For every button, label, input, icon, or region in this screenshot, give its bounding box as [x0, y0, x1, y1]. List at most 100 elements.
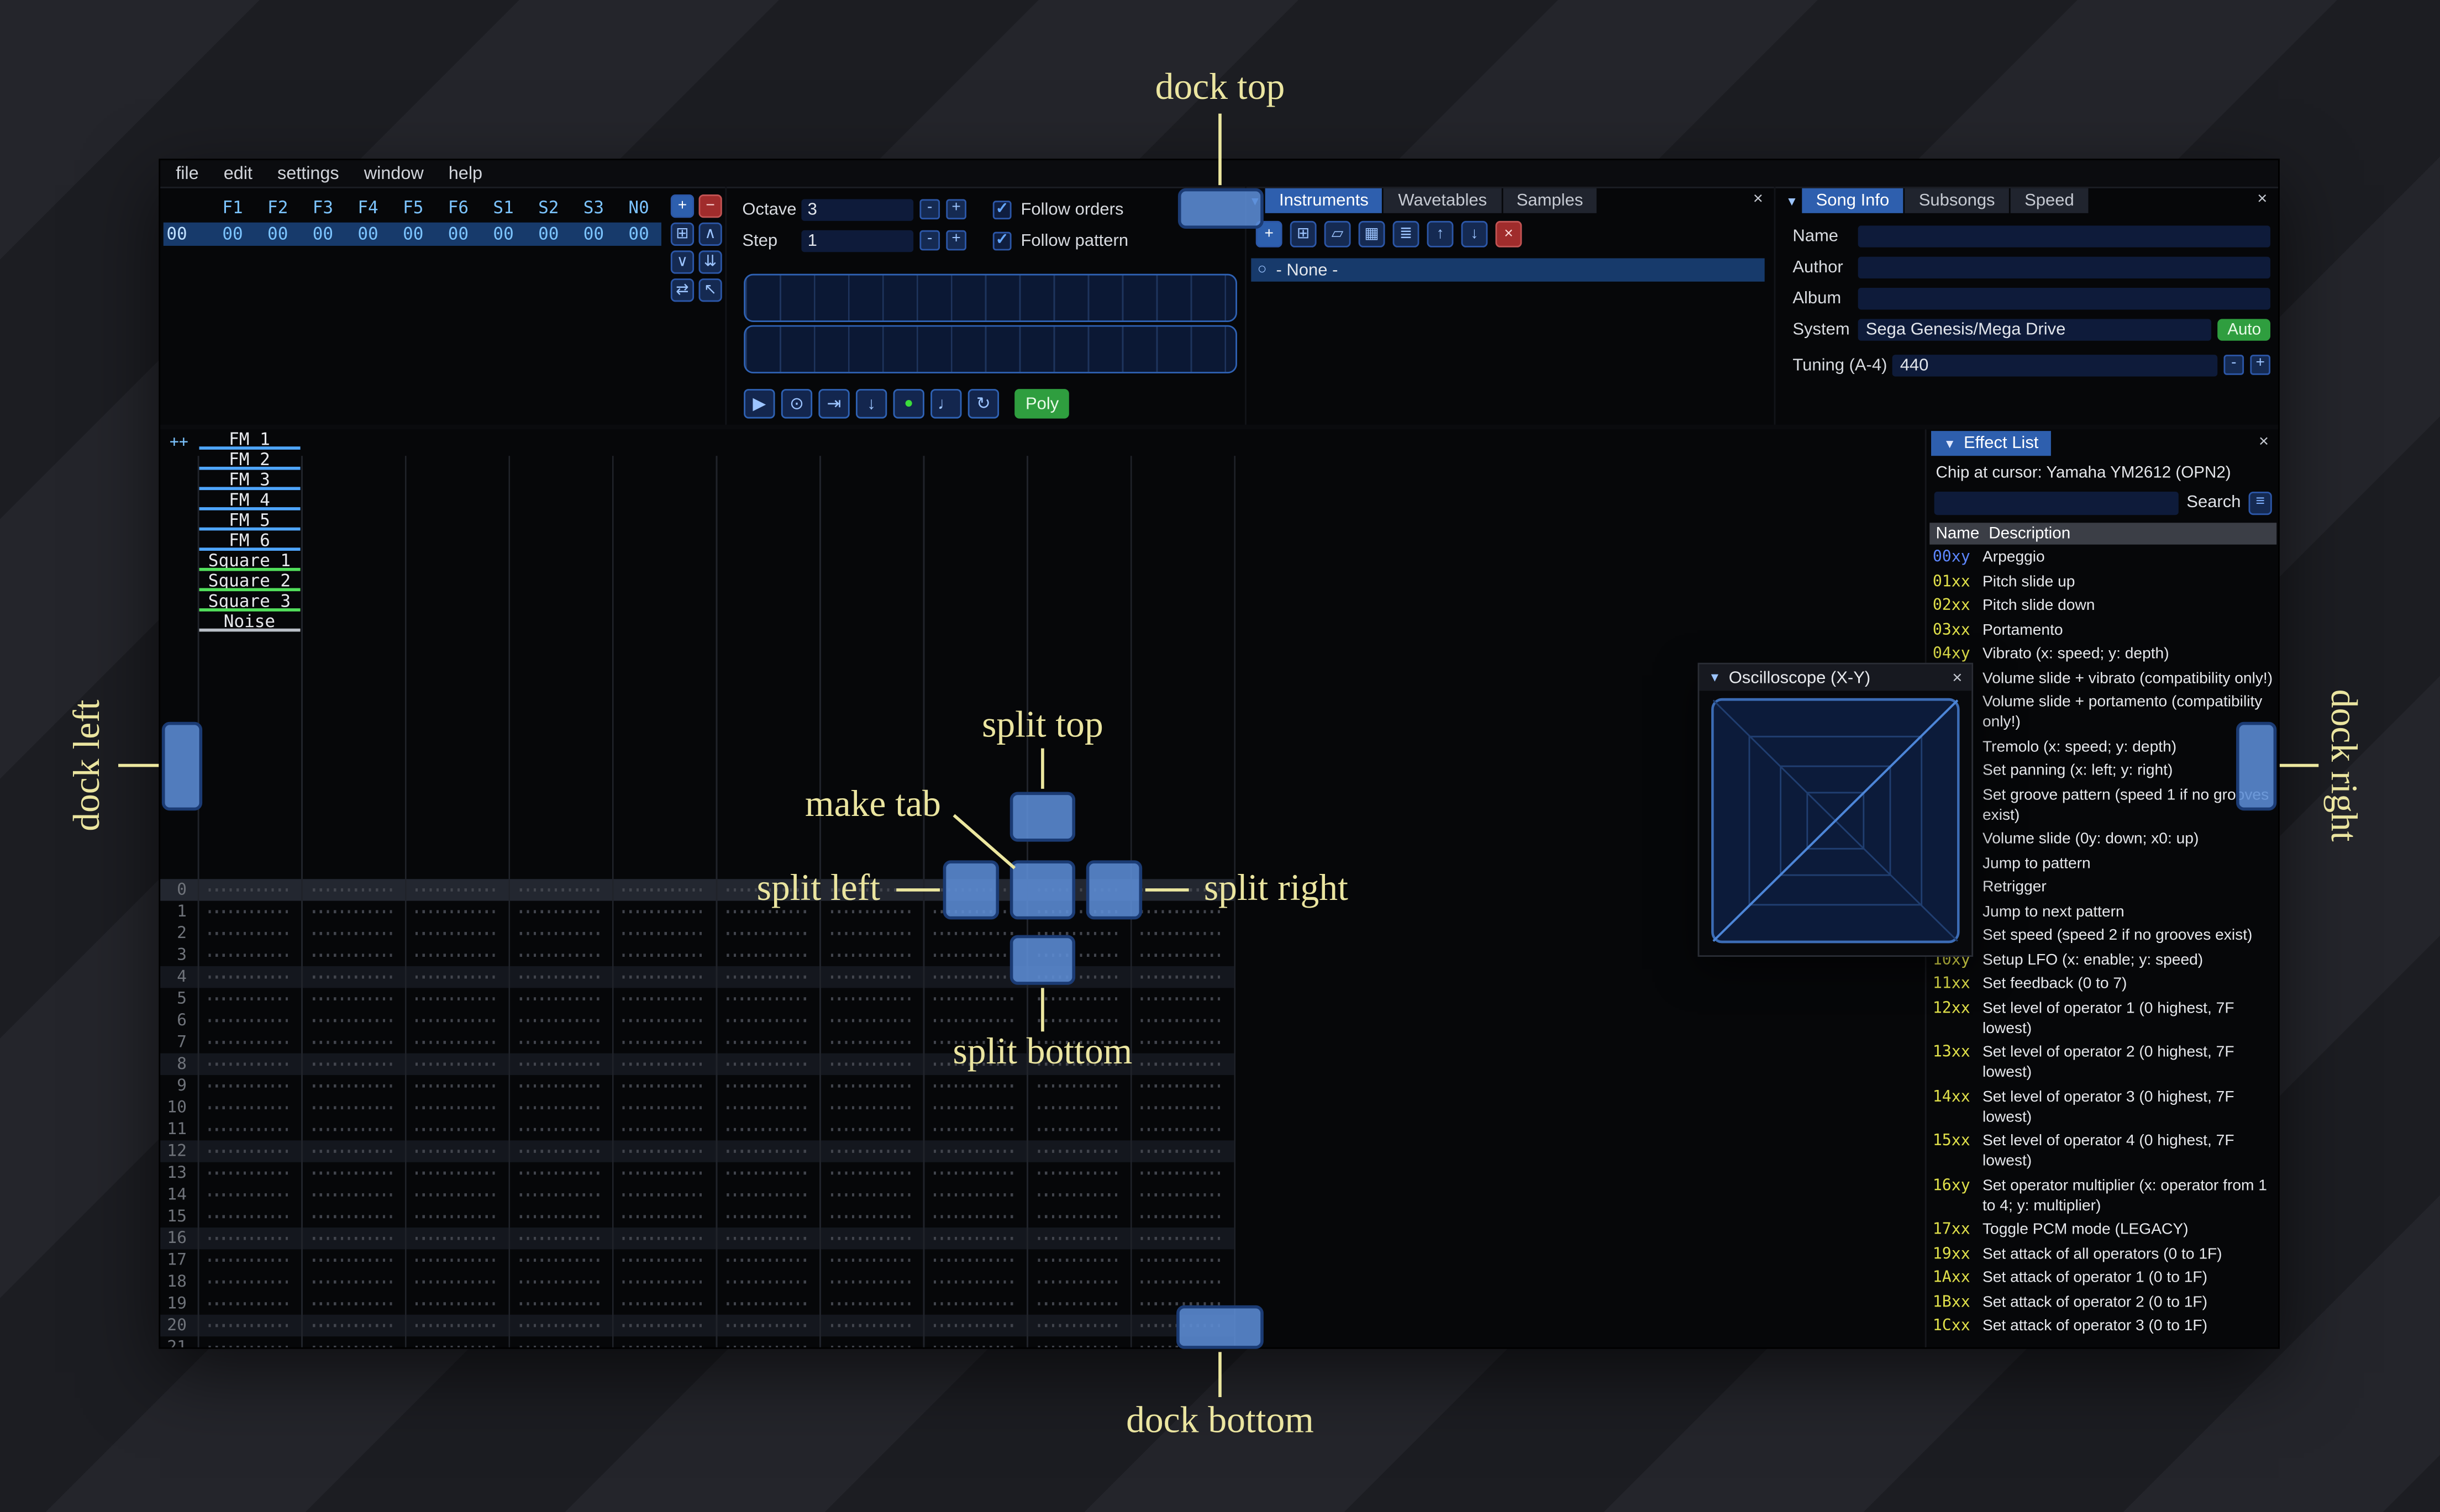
- system-input[interactable]: Sega Genesis/Mega Drive: [1858, 318, 2212, 340]
- pattern-row-17[interactable]: 17: [160, 1249, 1234, 1271]
- pattern-cell[interactable]: [198, 1236, 302, 1240]
- tab-speed[interactable]: Speed: [2010, 188, 2089, 213]
- instrument-item-none[interactable]: ○ - None -: [1251, 258, 1765, 282]
- pattern-cell[interactable]: [716, 1084, 819, 1088]
- pattern-cell[interactable]: [405, 1215, 509, 1219]
- effect-row[interactable]: 0AxyVolume slide (0y: down; x0: up): [1929, 828, 2276, 852]
- step-increase-button[interactable]: +: [946, 230, 966, 251]
- effect-row[interactable]: 07xyTremolo (x: speed; y: depth): [1929, 735, 2276, 760]
- effect-row[interactable]: 16xy Set operator multiplier (x: operator…: [1929, 1174, 2276, 1218]
- pattern-cell[interactable]: [923, 1171, 1027, 1175]
- pattern-cell[interactable]: [819, 1258, 923, 1262]
- album-input[interactable]: [1858, 287, 2270, 309]
- pattern-cell[interactable]: [508, 1346, 612, 1347]
- pattern-cell[interactable]: [1130, 1215, 1234, 1219]
- pattern-cell[interactable]: [301, 997, 405, 1000]
- dock-target-bottom[interactable]: [1176, 1305, 1264, 1349]
- pattern-cell[interactable]: [612, 1041, 716, 1044]
- pattern-cell[interactable]: [301, 1128, 405, 1131]
- collapse-arrow-icon[interactable]: ▼: [1782, 188, 1802, 213]
- pattern-cell[interactable]: [198, 1019, 302, 1023]
- octave-increase-button[interactable]: +: [946, 199, 966, 220]
- open-instrument-button[interactable]: ▱: [1324, 220, 1351, 247]
- duplicate-instrument-button[interactable]: ⊞: [1290, 220, 1317, 247]
- effect-row[interactable]: 0CxxRetrigger: [1929, 876, 2276, 900]
- pattern-cell[interactable]: [1027, 1346, 1130, 1347]
- effect-row[interactable]: 1Cxx Set attack of operator 3 (0 to 1F): [1929, 1315, 2276, 1339]
- pattern-cell[interactable]: [819, 1302, 923, 1305]
- pattern-cell[interactable]: [612, 1215, 716, 1219]
- pattern-cell[interactable]: [198, 1106, 302, 1110]
- pattern-cell[interactable]: [612, 888, 716, 892]
- pattern-cell[interactable]: [508, 1128, 612, 1131]
- close-icon[interactable]: ×: [2257, 190, 2267, 209]
- step-decrease-button[interactable]: -: [919, 230, 940, 251]
- order-cell-f1[interactable]: 00: [210, 224, 255, 245]
- pattern-cell[interactable]: [1130, 1019, 1234, 1023]
- duplicate-order-button[interactable]: ⊞: [670, 222, 695, 246]
- pattern-cell[interactable]: [405, 975, 509, 979]
- pattern-cell[interactable]: [716, 1324, 819, 1327]
- pattern-cell[interactable]: [1027, 1193, 1130, 1197]
- pattern-row-10[interactable]: 10: [160, 1097, 1234, 1118]
- pattern-row-21[interactable]: 21: [160, 1336, 1234, 1347]
- pattern-cell[interactable]: [198, 997, 302, 1000]
- pattern-cell[interactable]: [198, 931, 302, 935]
- pattern-cell[interactable]: [1027, 1128, 1130, 1131]
- pattern-cell[interactable]: [819, 1041, 923, 1044]
- pattern-cell[interactable]: [1027, 1236, 1130, 1240]
- delete-instrument-button[interactable]: ×: [1495, 220, 1522, 247]
- pattern-cell[interactable]: [508, 1258, 612, 1262]
- pattern-cell[interactable]: [923, 1302, 1027, 1305]
- pattern-row-14[interactable]: 14: [160, 1184, 1234, 1205]
- pattern-cell[interactable]: [301, 931, 405, 935]
- pattern-cell[interactable]: [1027, 1258, 1130, 1262]
- split-target-top[interactable]: [1009, 792, 1076, 842]
- effect-row[interactable]: 15xx Set level of operator 4 (0 highest, …: [1929, 1130, 2276, 1174]
- menu-help[interactable]: help: [449, 164, 482, 183]
- pattern-cell[interactable]: [612, 1150, 716, 1153]
- effect-row[interactable]: 1Bxx Set attack of operator 2 (0 to 1F): [1929, 1290, 2276, 1315]
- order-cell-n0[interactable]: 00: [616, 224, 661, 245]
- pattern-cell[interactable]: [301, 1324, 405, 1327]
- pattern-cell[interactable]: [612, 1346, 716, 1347]
- close-icon[interactable]: ×: [1952, 668, 1962, 687]
- effect-row[interactable]: 03xx Portamento: [1929, 618, 2276, 642]
- pattern-cell[interactable]: [716, 1302, 819, 1305]
- channel-header-fm-6[interactable]: FM 6: [198, 530, 302, 551]
- play-from-beginning-button[interactable]: ⊙: [781, 389, 813, 419]
- pattern-cell[interactable]: [612, 1258, 716, 1262]
- order-cell-s1[interactable]: 00: [481, 224, 526, 245]
- channel-header-square-1[interactable]: Square 1: [198, 551, 302, 571]
- close-icon[interactable]: ×: [1753, 190, 1763, 209]
- move-instrument-up-button[interactable]: ↑: [1427, 220, 1454, 247]
- panel-splitter[interactable]: [160, 424, 2279, 430]
- edit-record-button[interactable]: ●: [893, 389, 924, 419]
- effect-row[interactable]: 11xx Set feedback (0 to 7): [1929, 972, 2276, 997]
- pattern-cell[interactable]: [923, 1236, 1027, 1240]
- effect-row[interactable]: 0DxxJump to next pattern: [1929, 900, 2276, 924]
- pattern-cell[interactable]: [1130, 1128, 1234, 1131]
- pattern-cell[interactable]: [1027, 1302, 1130, 1305]
- order-cell-s3[interactable]: 00: [571, 224, 617, 245]
- pattern-cell[interactable]: [612, 1193, 716, 1197]
- pattern-cell[interactable]: [819, 1019, 923, 1023]
- pattern-cell[interactable]: [819, 1346, 923, 1347]
- channel-header-fm-3[interactable]: FM 3: [198, 470, 302, 491]
- pattern-cell[interactable]: [716, 931, 819, 935]
- pattern-cell[interactable]: [198, 1302, 302, 1305]
- pattern-cell[interactable]: [405, 1128, 509, 1131]
- effect-row[interactable]: 0BxxJump to pattern: [1929, 852, 2276, 876]
- pattern-cell[interactable]: [508, 975, 612, 979]
- pattern-cell[interactable]: [198, 1041, 302, 1044]
- menu-window[interactable]: window: [364, 164, 424, 183]
- pattern-cell[interactable]: [612, 931, 716, 935]
- pattern-cell[interactable]: [716, 1128, 819, 1131]
- pattern-cell[interactable]: [1130, 1150, 1234, 1153]
- pattern-cell[interactable]: [819, 931, 923, 935]
- pattern-cell[interactable]: [1130, 1041, 1234, 1044]
- author-input[interactable]: [1858, 256, 2270, 278]
- pattern-row-13[interactable]: 13: [160, 1162, 1234, 1184]
- pattern-cell[interactable]: [923, 1150, 1027, 1153]
- name-input[interactable]: [1858, 224, 2270, 247]
